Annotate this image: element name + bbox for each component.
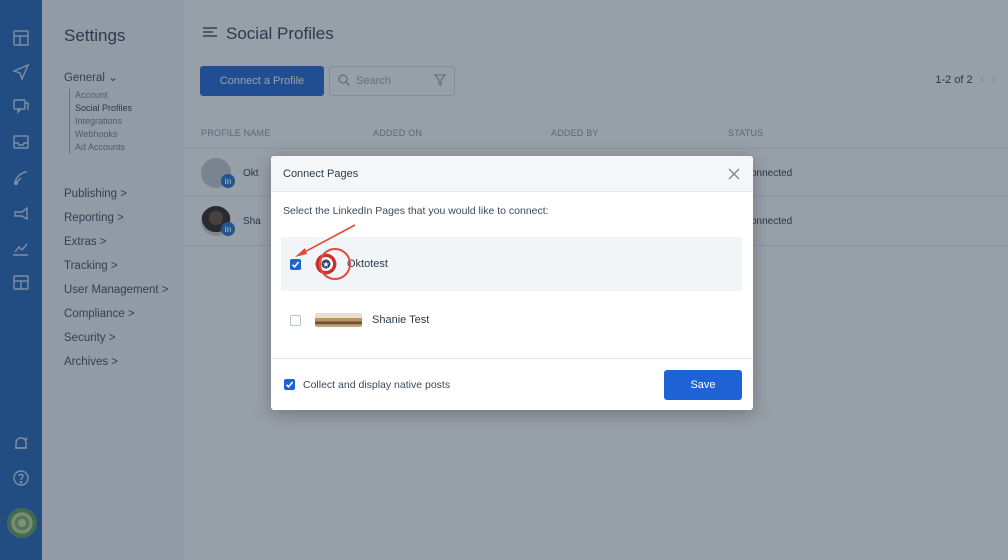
save-button[interactable]: Save	[664, 369, 742, 400]
collect-posts-label: Collect and display native posts	[303, 378, 451, 391]
dialog-instruction: Select the LinkedIn Pages that you would…	[283, 205, 549, 217]
list-item[interactable]: Shanie Test	[281, 293, 742, 347]
page-logo	[315, 313, 362, 327]
page-name: Shanie Test	[372, 314, 430, 326]
dialog-title: Connect Pages	[283, 167, 359, 180]
close-icon[interactable]	[727, 167, 741, 181]
collect-posts-checkbox[interactable]	[284, 379, 295, 390]
annotation-arrow-icon	[295, 224, 356, 257]
page-checkbox[interactable]	[290, 258, 301, 270]
page-checkbox[interactable]	[290, 314, 301, 326]
connect-pages-dialog: Connect Pages Select the LinkedIn Pages …	[271, 156, 753, 410]
